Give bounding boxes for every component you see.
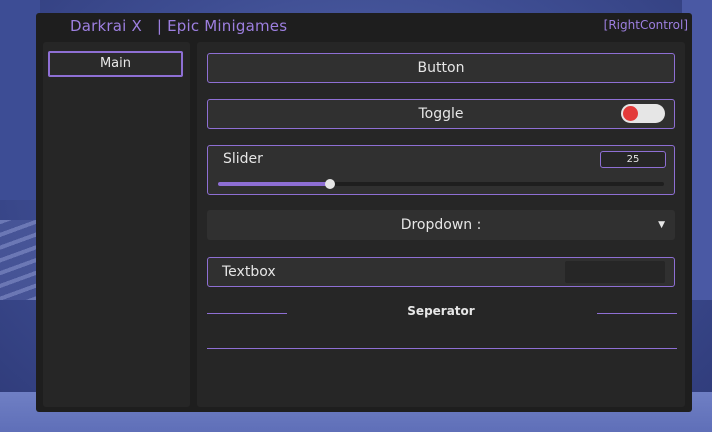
background-railing	[0, 220, 40, 300]
separator-label: Seperator	[407, 304, 475, 318]
textbox-label: Textbox	[222, 264, 276, 280]
slider-element: Slider 25	[207, 145, 675, 195]
toggle-element[interactable]: Toggle	[207, 99, 675, 129]
tab-content-main: Button Toggle Slider 25 Dropdown : ▼ Tex…	[197, 42, 685, 407]
slider-thumb[interactable]	[324, 179, 335, 189]
toggle-knob	[623, 106, 638, 121]
slider-label: Slider	[223, 151, 263, 167]
slider-value-box[interactable]: 25	[600, 151, 666, 168]
window-title[interactable]: Darkrai X | Epic Minigames	[70, 17, 287, 35]
background-wall	[0, 0, 40, 200]
slider-track[interactable]	[218, 179, 664, 189]
toggle-keybind-label: [RightControl]	[603, 18, 688, 32]
tab-main[interactable]: Main	[48, 51, 183, 77]
textbox-element: Textbox	[207, 257, 675, 287]
ui-window[interactable]: Darkrai X | Epic Minigames [RightControl…	[36, 13, 692, 412]
button-element[interactable]: Button	[207, 53, 675, 83]
slider-fill	[218, 182, 330, 186]
separator-line-bottom	[207, 348, 677, 349]
tab-sidebar: Main	[43, 42, 190, 407]
dropdown-element[interactable]: Dropdown : ▼	[207, 210, 675, 240]
textbox-input[interactable]	[565, 261, 665, 283]
dropdown-label: Dropdown :	[400, 217, 482, 233]
toggle-label: Toggle	[418, 106, 464, 122]
separator-line-right	[597, 313, 677, 314]
toggle-switch[interactable]	[621, 104, 665, 123]
caret-down-icon[interactable]: ▼	[658, 210, 665, 240]
